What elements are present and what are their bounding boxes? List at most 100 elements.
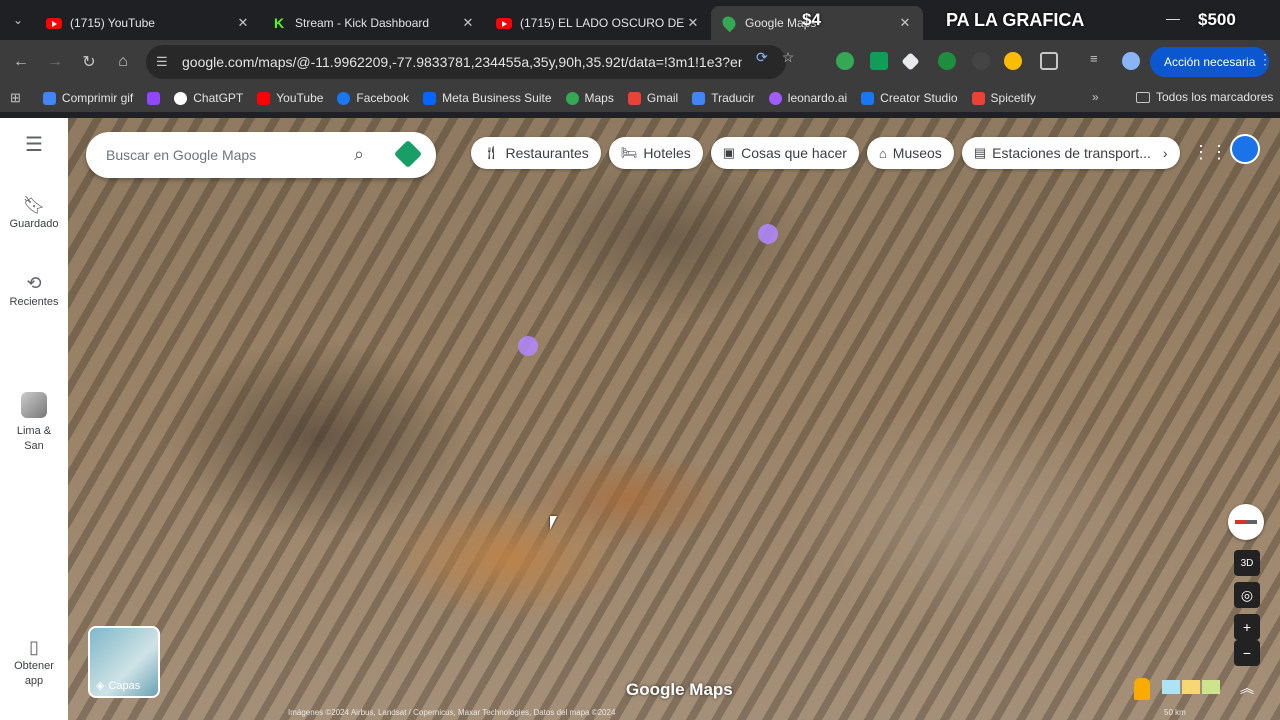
bookmark-label: Meta Business Suite [442,91,552,105]
directions-icon[interactable] [393,139,423,169]
chip-hoteles[interactable]: 🛏︎ Hoteles [608,137,703,169]
bookmark-item[interactable]: Comprimir gif [42,91,133,105]
google-apps-icon[interactable]: ⋮⋮ [1192,142,1228,163]
map-place-marker[interactable] [518,336,538,356]
compass-icon[interactable] [1228,504,1264,540]
bookmarks-overflow-button[interactable]: » [1092,90,1099,104]
extension-icon[interactable] [938,52,956,70]
tilt-3d-button[interactable]: 3D [1234,550,1260,576]
bookmark-label: Spicetify [990,91,1036,105]
map-place-marker[interactable] [758,224,778,244]
bed-icon: 🛏︎ [620,145,638,160]
address-bar[interactable]: ☰ google.com/maps/@-11.9962209,-77.98337… [146,45,786,79]
youtube-icon [496,15,512,31]
close-icon[interactable]: ✕ [685,15,701,31]
google-maps-logo: Google Maps [626,680,733,699]
recent-label: Recientes [9,296,59,308]
my-location-icon[interactable]: ◎ [1234,582,1260,608]
menu-hamburger-icon[interactable]: ☰ [0,135,68,155]
extension-icon[interactable] [870,52,888,70]
search-input[interactable]: Buscar en Google Maps ⌕ [86,132,436,178]
reload-icon[interactable]: ↻ [72,45,106,79]
accion-necesaria-button[interactable]: Acción necesaria [1150,47,1270,77]
expand-chevron-up-icon[interactable]: ︽ [1240,678,1254,698]
menu-kebab-icon[interactable]: ⋮ [1258,51,1276,69]
bookmark-label: Maps [584,91,614,105]
imagery-thumbnails[interactable] [1162,680,1220,694]
search-icon[interactable]: ⌕ [354,144,364,165]
maps-icon [719,13,739,33]
pegman-icon[interactable] [1134,678,1150,700]
bookmark-icon: 🔖︎ [22,195,46,215]
tab-youtube[interactable]: (1715) YouTube ✕ [36,6,261,40]
tab-youtube-video[interactable]: (1715) EL LADO OSCURO DE LA ✕ [486,6,711,40]
extension-icon[interactable] [901,52,920,71]
bookmark-label: Facebook [356,91,410,105]
bookmark-item[interactable]: Spicetify [971,91,1036,105]
chevron-right-icon[interactable]: › [1163,145,1168,161]
recent-button[interactable]: ⟲ Recientes [0,274,68,310]
tab-kick[interactable]: K Stream - Kick Dashboard ✕ [261,6,486,40]
zoom-in-button[interactable]: + [1234,614,1260,640]
apps-grid-icon[interactable]: ⊞ [10,90,21,106]
maps-sidebar: ☰ 🔖︎ Guardado ⟲ Recientes Lima & San ▯ O… [0,118,68,720]
chip-cosas-que-hacer[interactable]: ▣ Cosas que hacer [710,137,859,169]
tab-search-button[interactable]: ⌄ [0,0,36,40]
chip-estaciones[interactable]: ▤ Estaciones de transport... › [961,137,1180,169]
bookmark-label: leonardo.ai [787,91,848,105]
extensions-puzzle-icon[interactable] [1040,52,1058,70]
kick-icon: K [273,15,285,31]
bookmark-item[interactable]: Maps [565,91,614,105]
home-icon[interactable]: ⌂ [106,45,140,79]
satellite-map[interactable]: Buscar en Google Maps ⌕ 🍴︎ Restaurantes 🛏… [68,118,1280,720]
chip-label: Hoteles [643,145,691,161]
bookmark-item[interactable] [147,91,161,105]
bookmark-item[interactable]: Traducir [692,91,755,105]
saved-button[interactable]: 🔖︎ Guardado [0,195,68,232]
media-controls-icon[interactable]: ≡ [1090,51,1108,69]
museum-icon: ⌂ [878,145,887,161]
close-icon[interactable]: ✕ [235,15,251,31]
translate-icon [692,91,706,105]
profile-avatar[interactable] [1122,52,1140,70]
bookmark-item[interactable]: Creator Studio [861,91,958,105]
bookmark-item[interactable]: ChatGPT [174,91,243,105]
get-app-button[interactable]: ▯ Obtener app [0,638,68,689]
overlay-price-small: $4 [802,10,821,29]
extension-icon[interactable] [972,52,990,70]
bookmark-item[interactable]: Meta Business Suite [423,91,552,105]
translate-icon[interactable]: ⟳ [756,49,768,66]
map-attribution: Imágenes ©2024 Airbus, Landsat / Coperni… [288,708,616,717]
layers-label: Capas [108,679,141,692]
extension-icon[interactable] [1004,52,1022,70]
tab-title: (1715) YouTube [70,16,155,30]
zoom-out-button[interactable]: − [1234,640,1260,666]
chip-label: Estaciones de transport... [992,145,1151,161]
all-bookmarks-button[interactable]: Todos los marcadores [1136,90,1273,104]
spicetify-icon [971,91,985,105]
extension-icon[interactable] [836,52,854,70]
folder-icon [1136,91,1150,103]
bookmark-label: Gmail [646,91,679,105]
recent-place-item[interactable]: Lima & San [0,392,68,454]
bookmark-item[interactable]: YouTube [257,91,323,105]
layers-icon: ◈ [96,680,105,692]
chip-restaurantes[interactable]: 🍴︎ Restaurantes [471,137,601,169]
back-icon[interactable]: ← [4,45,38,79]
saved-label: Guardado [9,218,59,230]
bookmark-star-icon[interactable]: ☆ [782,49,795,66]
chip-museos[interactable]: ⌂ Museos [866,137,954,169]
bookmark-item[interactable]: Gmail [627,91,679,105]
account-avatar[interactable] [1230,134,1260,164]
bookmark-label: ChatGPT [193,91,244,105]
forward-icon[interactable]: → [38,45,72,79]
close-icon[interactable]: ✕ [897,15,913,31]
site-info-icon[interactable]: ☰ [156,54,168,70]
layers-button[interactable]: ◈ Capas [88,626,160,698]
bookmark-item[interactable]: Facebook [337,91,409,105]
overlay-banner: PA LA GRAFICA [946,10,1085,30]
bookmark-item[interactable]: leonardo.ai [768,91,848,105]
close-icon[interactable]: ✕ [460,15,476,31]
minimize-icon[interactable]: — [1166,10,1180,26]
leonardo-icon [768,91,782,105]
